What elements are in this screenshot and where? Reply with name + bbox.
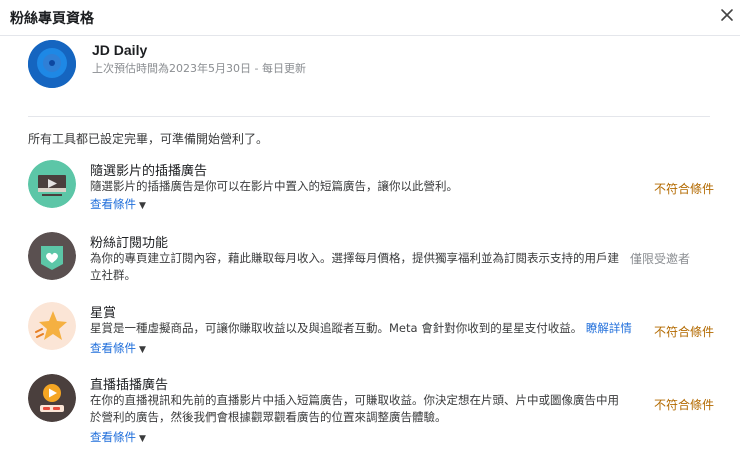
subscription-heart-icon — [28, 232, 76, 280]
live-ad-icon — [28, 374, 76, 422]
avatar — [28, 40, 76, 88]
view-conditions-link[interactable]: 查看條件 ▼ — [90, 340, 146, 356]
tool-name: 隨選影片的插播廣告 — [90, 164, 208, 179]
summary-text: 所有工具都已設定完畢，可準備開始營利了。 — [28, 132, 269, 146]
page-update-info: 上次預估時間為2023年5月30日 - 每日更新 — [92, 62, 306, 75]
divider — [28, 116, 710, 117]
page-card: JD Daily 上次預估時間為2023年5月30日 - 每日更新 — [28, 40, 708, 90]
tool-name: 粉絲訂閱功能 — [90, 236, 169, 251]
tool-video-ads: 隨選影片的插播廣告 隨選影片的插播廣告是你可以在影片中置入的短篇廣告，讓你以此營… — [28, 160, 718, 216]
view-conditions-link[interactable]: 查看條件 ▼ — [90, 196, 146, 212]
tool-description: 為你的專頁建立訂閱內容，藉此賺取每月收入。選擇每月價格，提供獨享福利並為訂閱表示… — [90, 251, 619, 282]
tool-name: 星賞 — [90, 306, 117, 321]
status-badge: 不符合條件 — [654, 325, 715, 339]
learn-more-link[interactable]: 瞭解詳情 — [586, 321, 632, 335]
star-icon — [28, 302, 76, 350]
tool-stars: 星賞 星賞是一種虛擬商品，可讓你賺取收益以及與追蹤者互動。Meta 會針對你收到… — [28, 302, 718, 358]
tool-fan-subscriptions: 粉絲訂閱功能 為你的專頁建立訂閱內容，藉此賺取每月收入。選擇每月價格，提供獨享福… — [28, 232, 718, 288]
page-name: JD Daily — [92, 42, 148, 58]
dialog-header: 粉絲專頁資格 — [0, 0, 740, 36]
view-conditions-link[interactable]: 查看條件 ▼ — [90, 429, 146, 445]
tool-description: 星賞是一種虛擬商品，可讓你賺取收益以及與追蹤者互動。Meta 會針對你收到的星星… — [90, 321, 632, 335]
chevron-down-icon: ▼ — [139, 434, 146, 444]
tool-description: 隨選影片的插播廣告是你可以在影片中置入的短篇廣告，讓你以此營利。 — [90, 179, 458, 193]
tool-description: 在你的直播視訊和先前的直播影片中插入短篇廣告，可賺取收益。你決定想在片頭、片中或… — [90, 393, 619, 424]
dialog-title: 粉絲專頁資格 — [10, 11, 94, 27]
status-badge: 不符合條件 — [654, 182, 715, 196]
chevron-down-icon: ▼ — [139, 201, 146, 211]
close-icon[interactable] — [718, 6, 736, 24]
tool-live-ads: 直播插播廣告 在你的直播視訊和先前的直播影片中插入短篇廣告，可賺取收益。你決定想… — [28, 374, 718, 448]
status-badge: 僅限受邀者 — [630, 252, 691, 266]
tool-name: 直播插播廣告 — [90, 378, 169, 393]
status-badge: 不符合條件 — [654, 398, 715, 412]
chevron-down-icon: ▼ — [139, 345, 146, 355]
video-ad-icon — [28, 160, 76, 208]
